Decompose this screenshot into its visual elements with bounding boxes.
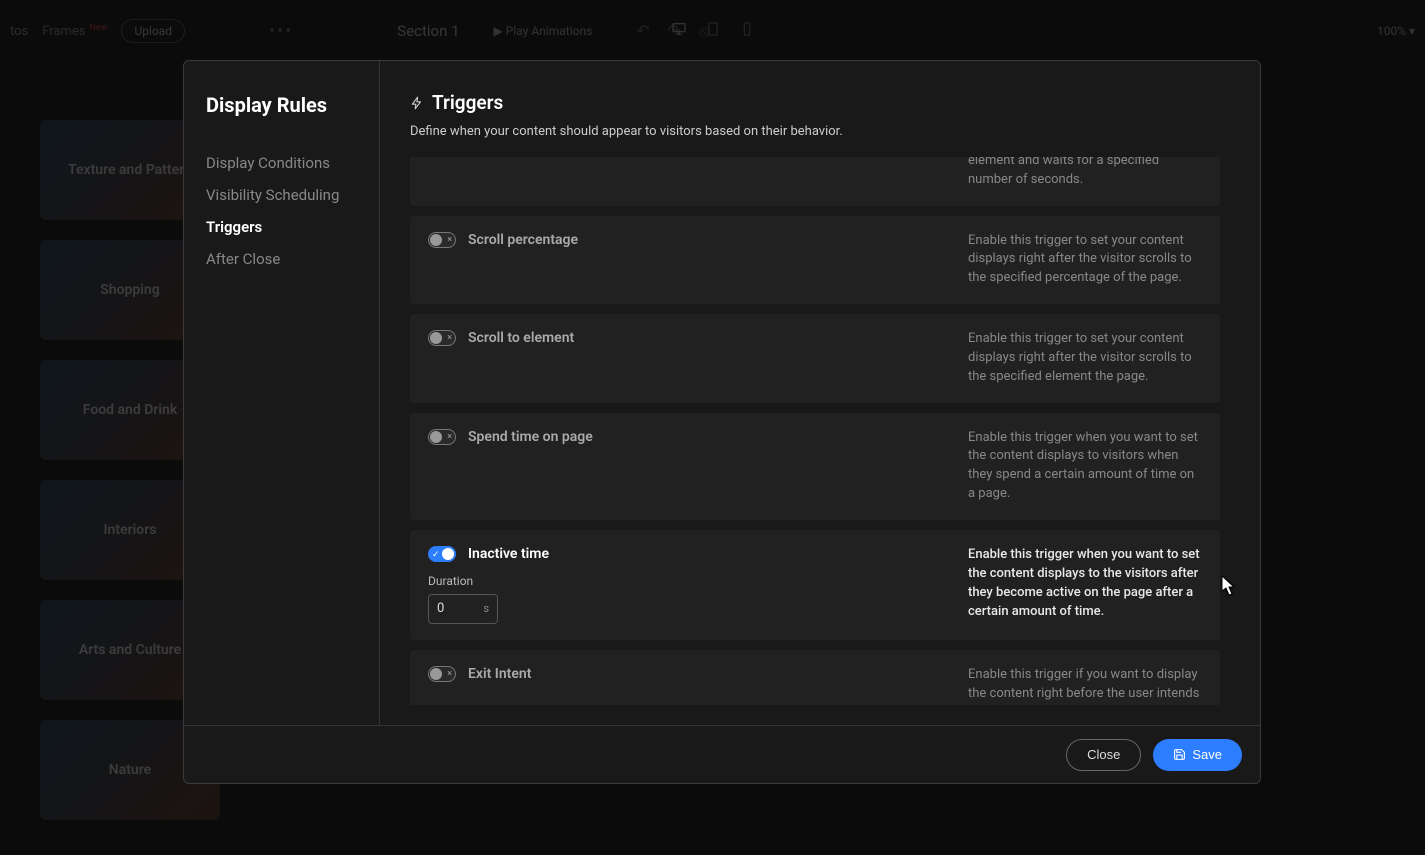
duration-unit: s (483, 602, 489, 615)
save-button-label: Save (1192, 747, 1222, 762)
trigger-toggle[interactable]: ×✓ (428, 429, 456, 445)
trigger-card-spend-time: ×✓ Spend time on page Enable this trigger … (410, 413, 1220, 520)
trigger-description: display after a visitor hovers over an e… (968, 157, 1202, 190)
close-button-label: Close (1087, 747, 1120, 762)
lightning-icon (410, 94, 424, 112)
trigger-card-inactive-time: ×✓ Inactive time Duration s Enable this trig… (410, 530, 1220, 640)
nav-item-visibility-scheduling[interactable]: Visibility Scheduling (206, 179, 357, 211)
trigger-card-head: ×✓ Scroll percentage (428, 232, 928, 248)
trigger-card-left: ×✓ Spend time on page (428, 429, 928, 504)
trigger-description: Enable this trigger if you want to displ… (968, 666, 1202, 705)
close-button[interactable]: Close (1066, 739, 1141, 771)
trigger-card-scroll-percentage: ×✓ Scroll percentage Enable this trigger t… (410, 216, 1220, 305)
duration-input[interactable] (437, 601, 467, 616)
trigger-card-left: ×✓ Scroll percentage (428, 232, 928, 289)
trigger-title: Scroll percentage (468, 232, 578, 248)
section-title: Triggers (410, 91, 1230, 114)
duration-label: Duration (428, 574, 928, 588)
section-subtitle: Define when your content should appear t… (410, 124, 1230, 139)
trigger-description: Enable this trigger to set your content … (968, 330, 1202, 387)
trigger-title: Scroll to element (468, 330, 574, 346)
trigger-card-scroll-element: ×✓ Scroll to element Enable this trigger t… (410, 314, 1220, 403)
trigger-card-left: ×✓ Scroll to element (428, 330, 928, 387)
modal-sidebar: Display Rules Display ConditionsVisibili… (184, 61, 380, 725)
duration-input-wrapper: s (428, 594, 498, 624)
section-title-text: Triggers (432, 91, 503, 114)
trigger-title: Exit Intent (468, 666, 531, 682)
modal-title: Display Rules (206, 93, 357, 117)
trigger-description: Enable this trigger when you want to set… (968, 546, 1202, 624)
trigger-card-head: ×✓ Scroll to element (428, 330, 928, 346)
content-header: Triggers Define when your content should… (410, 91, 1230, 139)
nav-item-triggers[interactable]: Triggers (206, 211, 357, 243)
trigger-card-head: ×✓ Spend time on page (428, 429, 928, 445)
trigger-card-left: ×✓ Inactive time Duration s (428, 546, 928, 624)
duration-block: Duration s (428, 574, 928, 624)
trigger-card-exit-intent: ×✓ Exit Intent Enable this trigger if you … (410, 650, 1220, 705)
trigger-description: Enable this trigger to set your content … (968, 232, 1202, 289)
trigger-card-hover: display after a visitor hovers over an e… (410, 157, 1220, 206)
display-rules-modal: Display Rules Display ConditionsVisibili… (183, 60, 1261, 784)
trigger-toggle[interactable]: ×✓ (428, 666, 456, 682)
trigger-card-head: ×✓ Inactive time (428, 546, 928, 562)
mouse-cursor (1222, 576, 1236, 596)
trigger-toggle[interactable]: ×✓ (428, 330, 456, 346)
save-button[interactable]: Save (1153, 739, 1242, 771)
trigger-title: Inactive time (468, 546, 549, 562)
trigger-toggle[interactable]: ×✓ (428, 546, 456, 562)
trigger-title: Spend time on page (468, 429, 593, 445)
trigger-description: Enable this trigger when you want to set… (968, 429, 1202, 504)
modal-content: Triggers Define when your content should… (380, 61, 1260, 725)
trigger-toggle[interactable]: ×✓ (428, 232, 456, 248)
trigger-card-head: ×✓ Exit Intent (428, 666, 928, 682)
trigger-card-left (428, 157, 928, 190)
nav-item-display-conditions[interactable]: Display Conditions (206, 147, 357, 179)
nav-item-after-close[interactable]: After Close (206, 243, 357, 275)
trigger-scroll[interactable]: display after a visitor hovers over an e… (410, 157, 1230, 705)
trigger-card-left: ×✓ Exit Intent (428, 666, 928, 705)
trigger-list-container: display after a visitor hovers over an e… (410, 157, 1230, 705)
modal-nav-list: Display ConditionsVisibility SchedulingT… (206, 147, 357, 275)
modal-footer: Close Save (184, 725, 1260, 783)
